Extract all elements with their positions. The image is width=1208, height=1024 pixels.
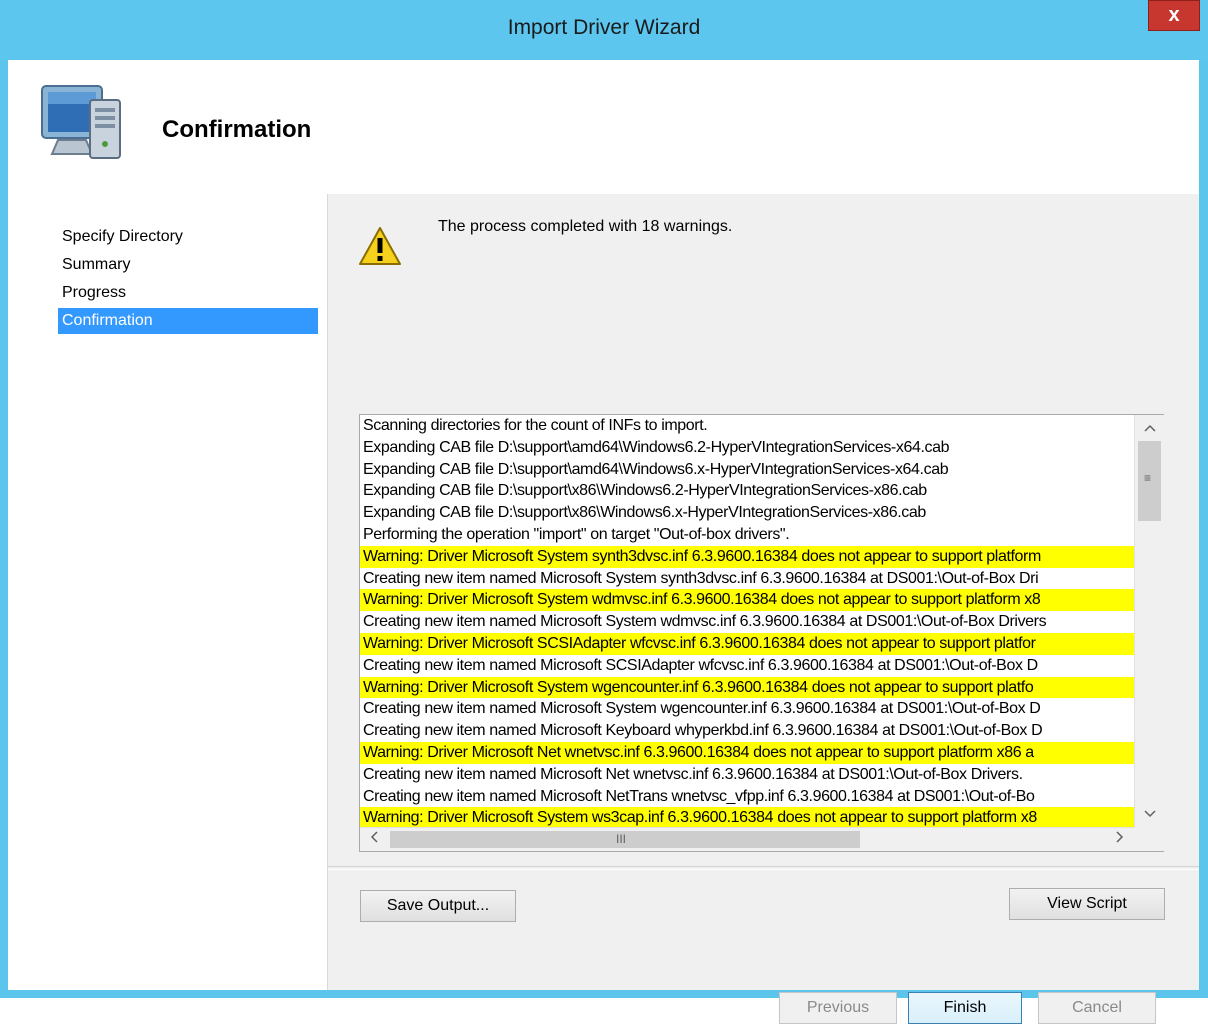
separator (328, 866, 1199, 870)
scroll-right-arrow[interactable] (1108, 828, 1132, 850)
chevron-down-icon (1144, 810, 1156, 818)
save-output-button[interactable]: Save Output... (360, 890, 516, 922)
window-title: Import Driver Wizard (507, 16, 701, 39)
log-line: Creating new item named Microsoft NetTra… (363, 787, 1035, 805)
step-summary[interactable]: Summary (58, 252, 318, 278)
view-script-button[interactable]: View Script (1009, 888, 1165, 920)
close-button[interactable]: x (1148, 0, 1200, 31)
step-progress[interactable]: Progress (58, 280, 318, 306)
log-warning-line: Warning: Driver Microsoft Net wnetvsc.in… (360, 741, 1134, 764)
page-title: Confirmation (162, 116, 312, 143)
scroll-down-arrow[interactable] (1138, 803, 1162, 825)
chevron-right-icon (1116, 831, 1124, 843)
log-warning-line: Warning: Driver Microsoft System ws3cap.… (360, 807, 1134, 827)
content-pane: The process completed with 18 warnings. … (328, 194, 1199, 1024)
log-line: Creating new item named Microsoft SCSIAd… (363, 656, 1038, 674)
scroll-grip-icon: ≡ (1144, 471, 1152, 485)
log-warning-line: Warning: Driver Microsoft System synth3d… (360, 545, 1134, 568)
horizontal-scrollbar[interactable]: III (360, 827, 1134, 851)
output-log[interactable]: Scanning directories for the count of IN… (359, 414, 1164, 852)
log-warning-line: Warning: Driver Microsoft System wgencou… (360, 676, 1134, 699)
log-line: Performing the operation "import" on tar… (363, 525, 790, 543)
wizard-steps-nav: Specify Directory Summary Progress Confi… (8, 194, 328, 990)
cancel-button[interactable]: Cancel (1038, 992, 1156, 1024)
wizard-header: Confirmation (8, 60, 1199, 194)
log-line: Expanding CAB file D:\support\amd64\Wind… (363, 460, 949, 478)
log-line: Expanding CAB file D:\support\amd64\Wind… (363, 438, 950, 456)
scroll-grip-icon: III (616, 832, 627, 846)
step-specify-directory[interactable]: Specify Directory (58, 224, 318, 250)
scroll-up-arrow[interactable] (1138, 417, 1162, 439)
wizard-window: Import Driver Wizard x Confirmation Spec… (0, 0, 1208, 1024)
previous-button[interactable]: Previous (779, 992, 897, 1024)
log-warning-line: Warning: Driver Microsoft SCSIAdapter wf… (360, 632, 1134, 655)
scroll-left-arrow[interactable] (362, 828, 386, 850)
log-line: Creating new item named Microsoft System… (363, 569, 1039, 587)
horizontal-scroll-thumb[interactable]: III (390, 831, 860, 848)
log-line: Creating new item named Microsoft System… (363, 700, 1041, 718)
log-line: Creating new item named Microsoft Keyboa… (363, 722, 1043, 740)
chevron-up-icon (1144, 424, 1156, 432)
log-line: Creating new item named Microsoft Net wn… (363, 765, 1023, 783)
computer-icon (41, 85, 121, 159)
log-line: Expanding CAB file D:\support\x86\Window… (363, 504, 926, 522)
log-line: Scanning directories for the count of IN… (363, 417, 708, 434)
log-warning-line: Warning: Driver Microsoft System wdmvsc.… (360, 589, 1134, 612)
finish-button[interactable]: Finish (908, 992, 1022, 1024)
log-line: Expanding CAB file D:\support\x86\Window… (363, 482, 927, 500)
status-message: The process completed with 18 warnings. (438, 218, 733, 235)
vertical-scroll-thumb[interactable]: ≡ (1138, 441, 1161, 521)
step-confirmation[interactable]: Confirmation (58, 308, 318, 334)
vertical-scrollbar[interactable]: ≡ (1134, 415, 1164, 827)
client-area: Confirmation Specify Directory Summary P… (8, 60, 1199, 1024)
scroll-corner (1134, 827, 1164, 851)
title-bar[interactable]: Import Driver Wizard x (0, 0, 1208, 60)
warning-icon (359, 227, 401, 265)
log-lines: Scanning directories for the count of IN… (360, 415, 1134, 827)
chevron-left-icon (370, 831, 378, 843)
log-line: Creating new item named Microsoft System… (363, 613, 1047, 631)
